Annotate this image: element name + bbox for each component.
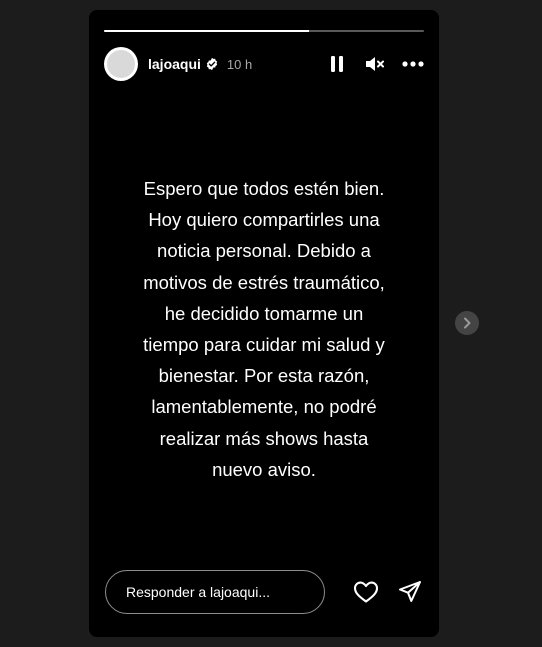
story-progress-bar	[104, 30, 424, 32]
avatar-image	[107, 50, 135, 78]
username-text: lajoaqui	[148, 56, 201, 72]
more-options-icon	[402, 61, 424, 67]
send-icon	[399, 581, 421, 602]
speaker-muted-icon	[366, 57, 384, 71]
next-story-button[interactable]	[455, 311, 479, 335]
story-card[interactable]: lajoaqui 10 h Espero que todos estén bie…	[89, 10, 439, 637]
story-header: lajoaqui 10 h	[104, 46, 424, 82]
like-button[interactable]	[353, 579, 379, 605]
reply-actions	[353, 579, 423, 605]
reply-bar: Responder a lajoaqui...	[105, 569, 425, 615]
story-progress-fill	[104, 30, 309, 32]
reply-input[interactable]: Responder a lajoaqui...	[105, 570, 325, 614]
story-message: Espero que todos estén bien. Hoy quiero …	[143, 178, 385, 480]
heart-icon	[353, 581, 379, 603]
story-timestamp: 10 h	[226, 56, 253, 72]
chevron-right-icon	[464, 317, 471, 329]
pause-button[interactable]	[326, 53, 348, 75]
more-options-button[interactable]	[402, 53, 424, 75]
username-link[interactable]: lajoaqui	[148, 56, 219, 72]
share-button[interactable]	[397, 579, 423, 605]
story-controls	[326, 53, 424, 75]
story-viewer: lajoaqui 10 h Espero que todos estén bie…	[0, 0, 542, 647]
mute-button[interactable]	[364, 53, 386, 75]
pause-icon	[331, 56, 343, 72]
avatar[interactable]	[104, 47, 138, 81]
verified-badge-icon	[206, 57, 218, 71]
